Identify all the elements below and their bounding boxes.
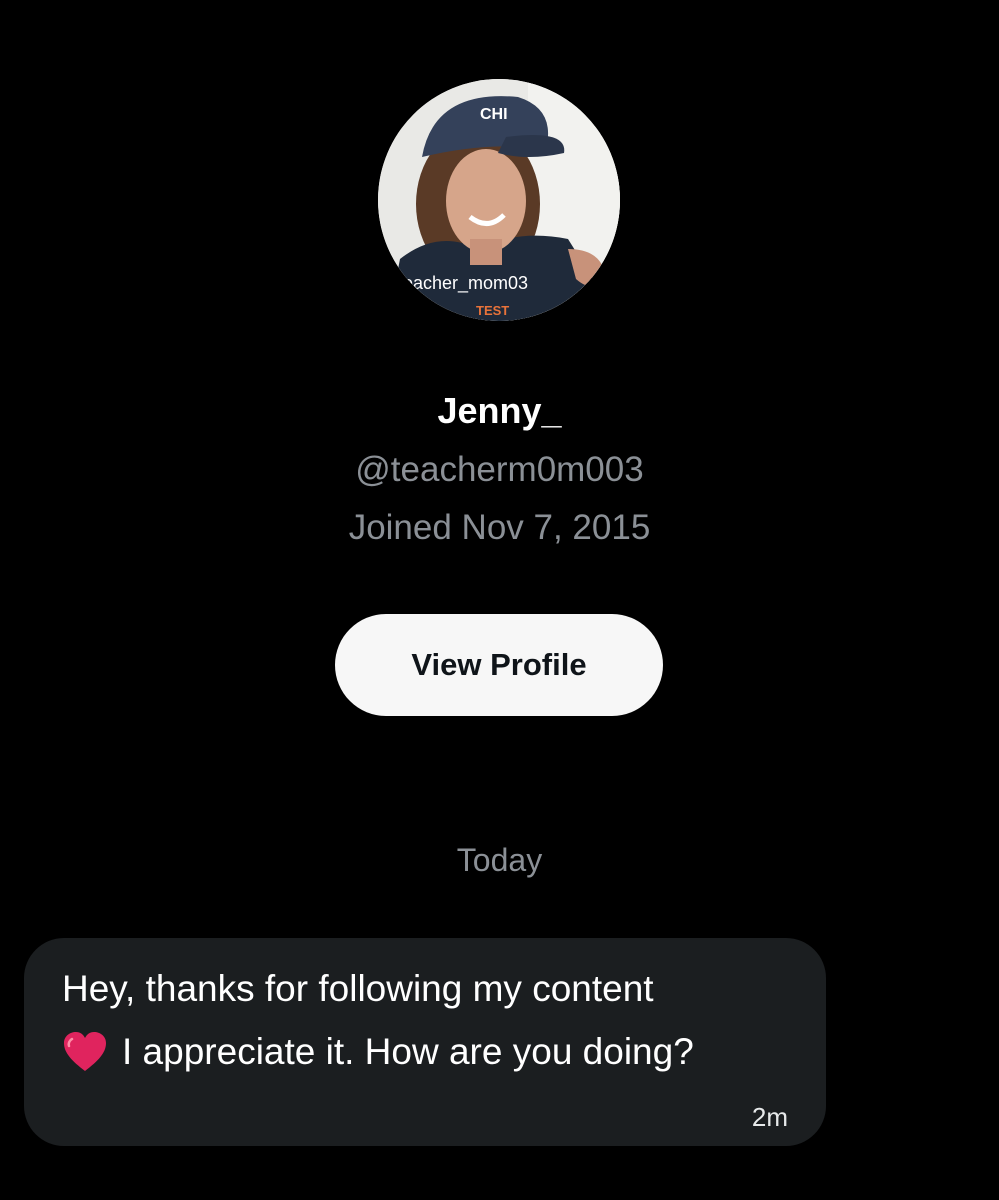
profile-handle: @teacherm0m003 [355, 450, 644, 489]
profile-joined-date: Joined Nov 7, 2015 [348, 508, 651, 547]
avatar[interactable]: CHI teacher_mom03 TEST [378, 79, 620, 321]
message-text-line-1: Hey, thanks for following my content [62, 968, 654, 1009]
svg-text:CHI: CHI [480, 106, 508, 123]
view-profile-button[interactable]: View Profile [335, 614, 663, 716]
profile-name: Jenny_ [437, 390, 562, 431]
heart-icon [64, 1032, 106, 1071]
svg-text:TEST: TEST [476, 303, 509, 318]
svg-text:teacher_mom03: teacher_mom03 [398, 273, 528, 294]
message-text-line-2-row: I appreciate it. How are you doing? [62, 1031, 694, 1073]
message-bubble[interactable]: Hey, thanks for following my content I a… [24, 938, 826, 1146]
date-separator: Today [456, 842, 543, 878]
message-text-line-2: I appreciate it. How are you doing? [122, 1031, 694, 1072]
avatar-image: CHI teacher_mom03 TEST [378, 79, 620, 321]
message-timestamp: 2m [751, 1102, 788, 1132]
